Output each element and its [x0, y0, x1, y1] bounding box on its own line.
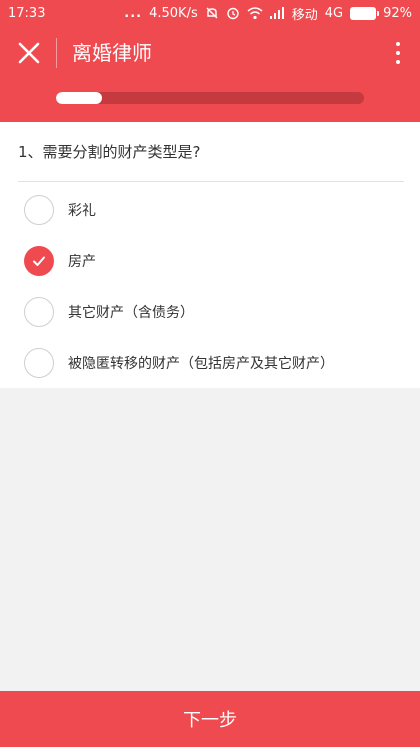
- option-label: 被隐匿转移的财产（包括房产及其它财产）: [68, 356, 334, 372]
- alarm-icon: [226, 6, 240, 20]
- progress-bar: [56, 92, 364, 104]
- check-icon: [33, 256, 45, 266]
- status-right: ... 4.50K/s 移动 4G 92% 92%: [124, 4, 412, 23]
- network-type: 4G: [324, 5, 344, 21]
- option-label: 房产: [68, 254, 96, 270]
- status-bar: 17:33 ... 4.50K/s 移动 4G 92% 92%: [0, 0, 420, 26]
- status-time: 17:33: [8, 5, 46, 21]
- question-divider: [18, 181, 404, 182]
- option-caili[interactable]: 彩礼: [24, 190, 404, 230]
- battery-percent: 92%: [383, 5, 412, 21]
- radio-button[interactable]: [24, 195, 54, 225]
- carrier-label: 移动: [291, 7, 318, 23]
- close-icon: [18, 42, 40, 64]
- signal-icon: [269, 7, 285, 19]
- mute-icon: [205, 6, 219, 20]
- radio-button[interactable]: [24, 348, 54, 378]
- wifi-icon: [247, 6, 263, 20]
- next-button[interactable]: 下一步: [0, 691, 420, 747]
- radio-button[interactable]: [24, 297, 54, 327]
- page-title: 离婚律师: [72, 41, 152, 65]
- question-text: 1、需要分割的财产类型是?: [18, 143, 201, 161]
- progress-fill: [56, 92, 103, 104]
- title-divider: [56, 38, 57, 68]
- question-card: 1、需要分割的财产类型是? 彩礼 房产 其它财产（含债务） 被隐匿转移的财产（包…: [0, 122, 420, 388]
- network-speed: 4.50K/s: [149, 5, 198, 21]
- close-button[interactable]: [12, 36, 46, 70]
- option-label: 彩礼: [68, 203, 96, 219]
- option-hidden-assets[interactable]: 被隐匿转移的财产（包括房产及其它财产）: [24, 343, 404, 383]
- battery-icon: 92%: [350, 6, 380, 20]
- app-bar: 离婚律师: [0, 26, 420, 122]
- status-dots: ...: [124, 5, 143, 21]
- more-menu-button[interactable]: [390, 37, 406, 69]
- radio-button[interactable]: [24, 246, 54, 276]
- more-vertical-icon: [396, 42, 400, 64]
- option-label: 其它财产（含债务）: [68, 305, 194, 321]
- option-fangchan[interactable]: 房产: [24, 241, 404, 281]
- option-other-assets[interactable]: 其它财产（含债务）: [24, 292, 404, 332]
